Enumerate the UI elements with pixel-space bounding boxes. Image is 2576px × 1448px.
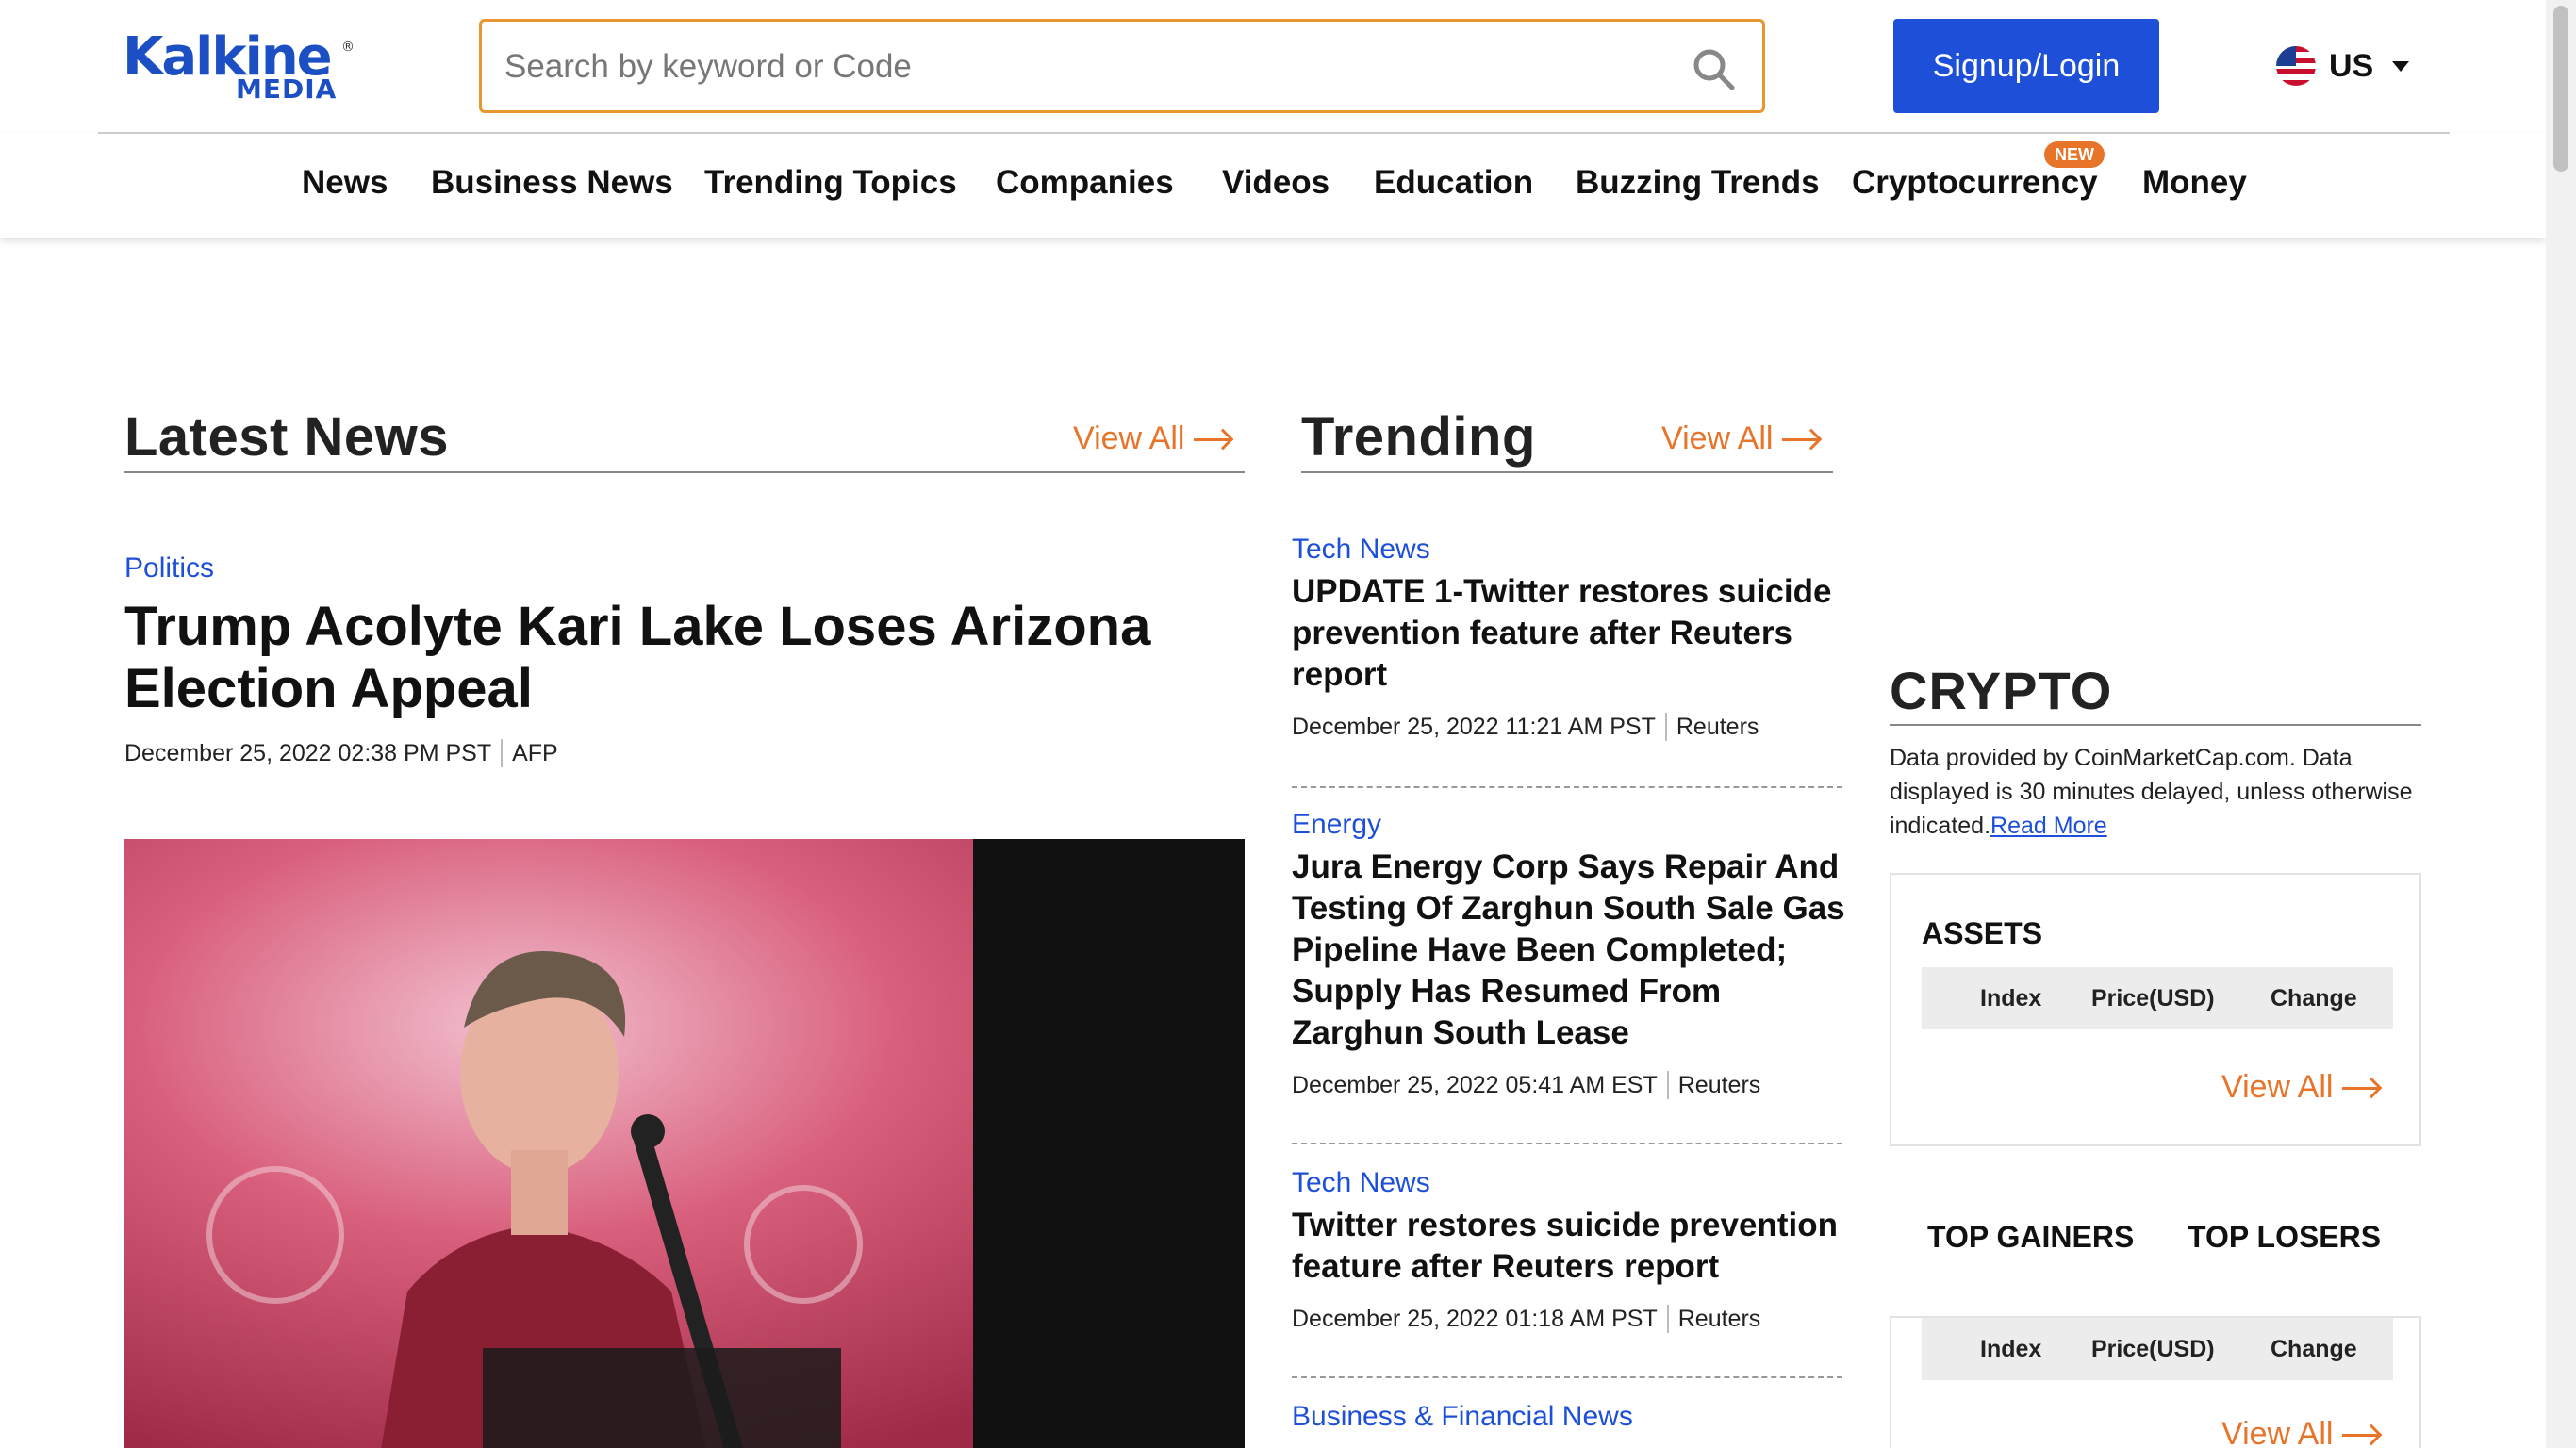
view-all-label: View All [1073,420,1185,456]
view-all-label: View All [2221,1416,2334,1448]
nav-item-videos[interactable]: Videos [1222,164,1329,202]
latest-news-heading: Latest News [124,406,449,468]
assets-heading: ASSETS [1922,916,2043,950]
crypto-heading: CRYPTO [1890,661,2113,720]
trending-item-headline[interactable]: Jura Energy Corp Says Repair And Testing… [1292,847,1858,1054]
arrow-right-icon [1194,430,1233,449]
latest-view-all-link[interactable]: View All [1073,420,1233,457]
column-header-index[interactable]: Index [1980,1336,2041,1363]
scrollbar-thumb[interactable] [2553,6,2568,172]
site-header: Kalkine ® MEDIA Signup/Login US [0,0,2546,132]
logo-subtitle: MEDIA [236,74,338,105]
region-selector[interactable]: US [2276,41,2410,90]
trending-item-date: December 25, 2022 01:18 AM PST [1292,1305,1658,1332]
signup-login-button[interactable]: Signup/Login [1893,19,2159,113]
trending-item-meta: December 25, 2022 05:41 AM EST Reuters [1292,1071,1760,1099]
nav-item-education[interactable]: Education [1374,164,1533,202]
trending-divider [1301,471,1833,473]
read-more-link[interactable]: Read More [1990,813,2107,839]
region-label: US [2329,47,2374,84]
gainers-view-all-link[interactable]: View All [2221,1416,2382,1448]
gainers-panel: Index Price(USD) Change View All [1890,1316,2421,1448]
column-header-change[interactable]: Change [2271,1336,2357,1363]
lead-category-link[interactable]: Politics [124,552,214,584]
arrow-right-icon [2342,1078,2382,1097]
trending-item-source: Reuters [1677,1305,1761,1332]
nav-item-buzzing-trends[interactable]: Buzzing Trends [1576,164,1820,202]
trending-item-meta: December 25, 2022 01:18 AM PST Reuters [1292,1305,1760,1333]
page: Kalkine ® MEDIA Signup/Login US News Bus… [0,0,2576,1448]
nav-item-news[interactable]: News [302,164,388,202]
new-badge: NEW [2044,141,2105,168]
latest-divider [124,471,1245,473]
column-header-index[interactable]: Index [1980,985,2041,1012]
lead-photo [124,839,1245,1448]
lead-source: AFP [512,739,558,766]
us-flag-icon [2276,46,2316,86]
trending-item-category[interactable]: Business & Financial News [1292,1401,1633,1433]
nav-item-cryptocurrency[interactable]: Cryptocurrency [1852,164,2098,202]
search-icon[interactable] [1691,46,1736,91]
trending-separator [1292,1143,1842,1144]
column-header-change[interactable]: Change [2271,985,2357,1012]
tab-top-gainers[interactable]: TOP GAINERS [1927,1220,2134,1255]
lead-article-image[interactable] [124,839,1245,1448]
tab-top-losers[interactable]: TOP LOSERS [2188,1220,2381,1255]
caret-down-icon [2392,60,2410,72]
column-header-price[interactable]: Price(USD) [2091,1336,2215,1363]
trending-item-meta: December 25, 2022 11:21 AM PST Reuters [1292,713,1759,741]
kalkine-media-logo[interactable]: Kalkine ® MEDIA [123,26,358,105]
trending-item-category[interactable]: Tech News [1292,534,1430,566]
search-box [479,19,1765,113]
page-scrollbar[interactable] [2546,0,2576,1448]
nav-item-companies[interactable]: Companies [996,164,1174,202]
trending-separator [1292,1376,1842,1378]
nav-item-trending-topics[interactable]: Trending Topics [704,164,957,202]
view-all-label: View All [1661,420,1774,456]
trending-item-category[interactable]: Energy [1292,809,1381,841]
coinmarketcap-text: CoinMarketCap.com [2073,745,2289,771]
trending-separator [1292,786,1842,788]
registered-mark: ® [341,40,355,55]
arrow-right-icon [1782,430,1822,449]
trending-item-category[interactable]: Tech News [1292,1167,1430,1199]
trending-item-source: Reuters [1677,1071,1761,1098]
trending-item-date: December 25, 2022 05:41 AM EST [1292,1071,1658,1098]
trending-item-headline[interactable]: Twitter restores suicide prevention feat… [1292,1205,1848,1288]
search-input[interactable] [504,41,1636,93]
nav-item-business-news[interactable]: Business News [431,164,673,202]
trending-view-all-link[interactable]: View All [1661,420,1822,457]
gainers-table-header: Index Price(USD) Change [1922,1318,2393,1380]
arrow-right-icon [2342,1425,2382,1444]
main-nav: News Business News Trending Topics Compa… [0,134,2546,238]
crypto-divider [1890,724,2421,726]
lead-date: December 25, 2022 02:38 PM PST [124,739,492,766]
nav-item-money[interactable]: Money [2142,164,2247,202]
trending-item-source: Reuters [1676,713,1759,740]
lead-headline[interactable]: Trump Acolyte Kari Lake Loses Arizona El… [124,596,1181,720]
assets-panel: ASSETS Index Price(USD) Change View All [1890,873,2421,1146]
lead-meta: December 25, 2022 02:38 PM PST AFP [124,739,558,767]
assets-view-all-link[interactable]: View All [2221,1069,2382,1106]
crypto-description: Data provided by CoinMarketCap.com. Data… [1890,745,2413,839]
trending-item-headline[interactable]: UPDATE 1-Twitter restores suicide preven… [1292,571,1848,696]
trending-heading: Trending [1301,406,1536,468]
view-all-label: View All [2221,1069,2334,1105]
trending-item-date: December 25, 2022 11:21 AM PST [1292,713,1656,740]
assets-table-header: Index Price(USD) Change [1922,967,2393,1029]
column-header-price[interactable]: Price(USD) [2091,985,2215,1012]
